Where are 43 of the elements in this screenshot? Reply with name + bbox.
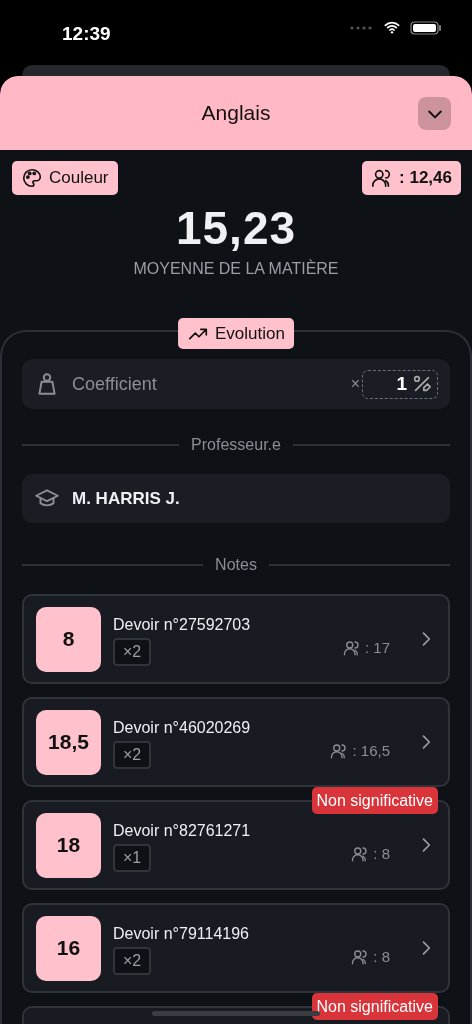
note-title: Devoir n°46020269 <box>113 717 252 738</box>
wifi-icon <box>382 20 402 36</box>
palette-icon <box>21 167 43 189</box>
coefficient-label: Coefficient <box>72 372 158 396</box>
note-title: Devoir n°82761271 <box>113 820 252 841</box>
section-title: Notes <box>215 555 257 575</box>
users-icon <box>351 845 370 863</box>
multiply-sign: × <box>350 374 360 394</box>
battery-icon <box>410 20 442 36</box>
teacher-name: M. HARRIS J. <box>72 487 180 510</box>
note-title: Devoir n°27592703 <box>113 614 252 635</box>
class-average: : 16,5 <box>352 740 390 761</box>
grade-box: 18,5 <box>36 709 101 775</box>
note-card[interactable]: 18,5 Devoir n°46020269 ×2 : 16,5 <box>22 697 450 787</box>
note-card[interactable]: 8 Devoir n°27592703 ×2 : 17 <box>22 594 450 684</box>
class-average-badge: : 12,46 <box>362 161 461 195</box>
status-label: Non significative <box>311 787 438 814</box>
users-icon <box>342 639 361 657</box>
average-label: MOYENNE DE LA MATIÈRE <box>132 258 340 279</box>
coefficient-tag: ×2 <box>113 637 152 666</box>
color-button[interactable]: Couleur <box>12 161 118 195</box>
grade-box: 18 <box>36 812 101 878</box>
note-card[interactable]: 16 Devoir n°79114196 ×2 : 8 <box>22 903 450 993</box>
grade-box: 16 <box>36 915 101 981</box>
note-title: Devoir n°79114196 <box>113 923 250 944</box>
coefficient-tag: ×1 <box>113 843 152 872</box>
coefficient-field[interactable]: 1 <box>362 369 438 399</box>
coefficient-tag: ×2 <box>113 946 152 975</box>
users-icon <box>330 742 349 760</box>
average-value: 15,23 <box>174 205 298 251</box>
status-label: Non significative <box>311 993 438 1020</box>
evolution-button[interactable]: Evolution <box>178 318 294 349</box>
class-average: : 17 <box>364 637 390 658</box>
status-time: 12:39 <box>62 22 111 46</box>
sheet-title: Anglais <box>201 100 271 126</box>
users-icon <box>351 948 370 966</box>
section-title: Professeur.e <box>191 435 281 455</box>
coefficient-tag: ×2 <box>113 740 152 769</box>
grade-box: 8 <box>36 606 101 672</box>
signal-icon <box>350 24 374 32</box>
collapse-button[interactable] <box>418 97 451 130</box>
class-average: : 8 <box>373 946 390 967</box>
class-average: : 8 <box>373 843 390 864</box>
